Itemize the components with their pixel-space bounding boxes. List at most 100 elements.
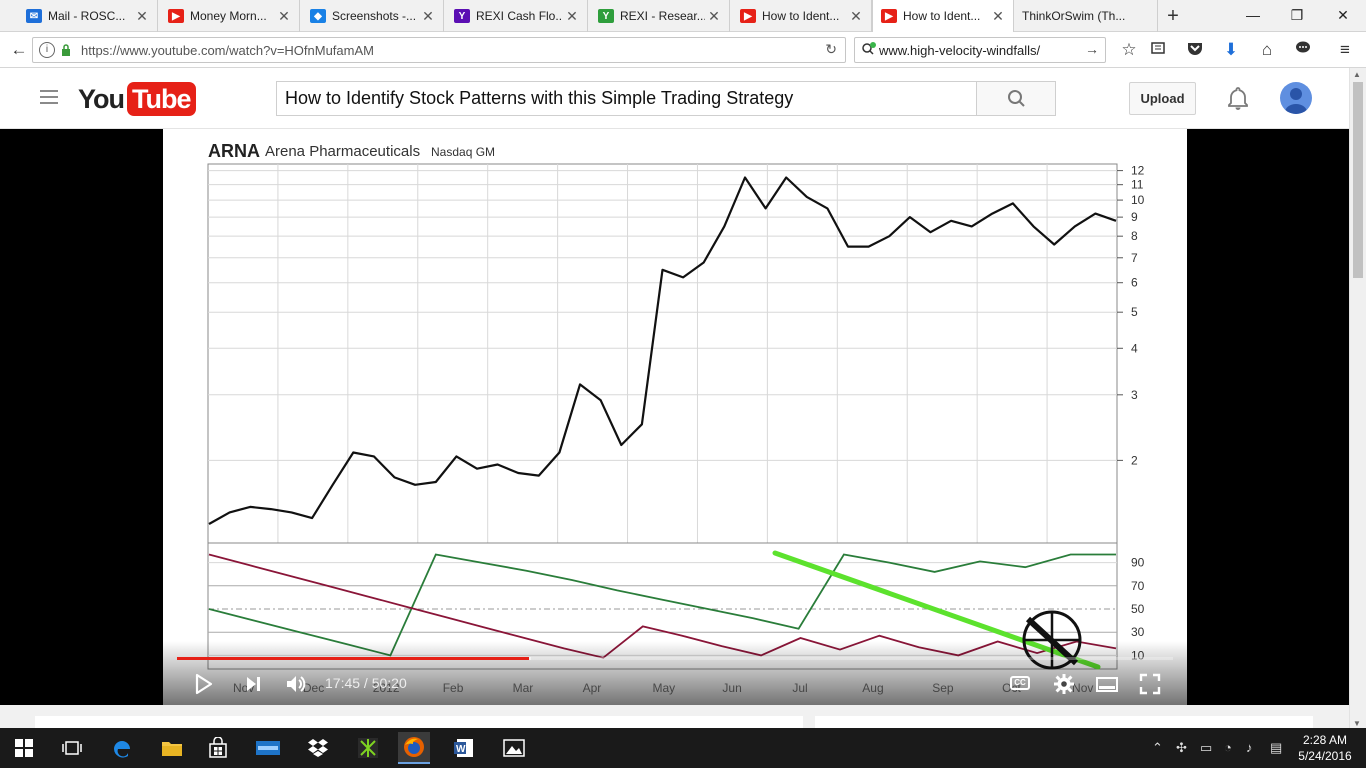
app-lenovo-button[interactable] — [252, 732, 284, 764]
captions-button[interactable]: CC — [1010, 676, 1030, 690]
gear-icon — [1054, 674, 1074, 694]
maximize-button[interactable]: ❐ — [1282, 4, 1312, 26]
info-icon[interactable]: i — [39, 42, 55, 58]
minimize-button[interactable]: — — [1238, 4, 1268, 26]
tab-how-to-identify-active[interactable]: ▶ How to Ident... ✕ — [872, 0, 1014, 32]
word-button[interactable]: W — [448, 732, 480, 764]
price-y-tick-label: 4 — [1131, 341, 1138, 355]
search-icon — [1008, 90, 1025, 107]
tab-mail[interactable]: ✉ Mail - ROSC... ✕ — [18, 0, 158, 32]
photos-button[interactable] — [498, 732, 530, 764]
video-info-card — [35, 716, 803, 728]
close-tab-icon[interactable]: ✕ — [563, 8, 581, 25]
play-button[interactable] — [195, 673, 213, 695]
video-frame[interactable]: ARNA Arena Pharmaceuticals Nasdaq GM 2 3 4… — [163, 129, 1187, 705]
back-button[interactable]: ← — [6, 37, 32, 63]
page-scrollbar[interactable]: ▲ ▼ — [1349, 68, 1366, 728]
scrollbar-thumb[interactable] — [1353, 82, 1363, 278]
notifications-bell-icon[interactable] — [1224, 84, 1252, 112]
tray-battery-icon[interactable]: ▭ — [1200, 740, 1212, 756]
close-tab-icon[interactable]: ✕ — [847, 8, 865, 25]
tab-how-to-identify-1[interactable]: ▶ How to Ident... ✕ — [732, 0, 872, 32]
address-bar[interactable]: i https://www.youtube.com/watch?v=HOfnMu… — [32, 37, 846, 63]
close-tab-icon[interactable]: ✕ — [275, 8, 293, 25]
windows-taskbar: W ⌃ ✣ ▭ ◔ ♪ ▤ 2:28 AM 5/24/2016 — [0, 728, 1366, 768]
tab-thinkorswim[interactable]: ThinkOrSwim (Th... — [1016, 0, 1158, 32]
browser-menu-icon[interactable]: ≡ — [1332, 37, 1358, 63]
close-tab-icon[interactable]: ✕ — [705, 8, 723, 25]
related-videos-card — [815, 716, 1313, 728]
youtube-header: You Tube How to Identify Stock Patterns … — [0, 68, 1349, 129]
next-button[interactable] — [245, 673, 263, 695]
edge-button[interactable] — [106, 732, 138, 764]
tab-title: REXI - Resear... — [620, 9, 705, 23]
go-arrow-icon[interactable]: → — [1085, 41, 1099, 57]
tray-overflow-icon[interactable]: ⌃ — [1152, 740, 1163, 756]
tab-rexi-research[interactable]: Y REXI - Resear... ✕ — [590, 0, 730, 32]
start-button[interactable] — [8, 732, 40, 764]
youtube-logo[interactable]: You Tube — [78, 82, 196, 116]
pocket-icon[interactable] — [1182, 37, 1208, 63]
new-tab-button[interactable]: + — [1162, 4, 1184, 28]
video-player[interactable]: ARNA Arena Pharmaceuticals Nasdaq GM 2 3 4… — [0, 129, 1349, 705]
guide-menu-icon[interactable] — [40, 90, 58, 104]
youtube-search-button[interactable] — [976, 81, 1056, 116]
tab-title: Screenshots -... — [332, 9, 417, 23]
firefox-button[interactable] — [398, 732, 430, 764]
theater-icon — [1096, 677, 1118, 692]
scroll-down-icon[interactable]: ▼ — [1353, 719, 1361, 728]
tab-screenshots[interactable]: ◆ Screenshots -... ✕ — [302, 0, 444, 32]
home-icon[interactable]: ⌂ — [1254, 37, 1280, 63]
task-view-icon — [62, 741, 82, 755]
download-icon[interactable]: ⬇ — [1218, 37, 1244, 63]
settings-button[interactable] — [1053, 673, 1075, 695]
close-tab-icon[interactable]: ✕ — [989, 8, 1007, 25]
clock-time: 2:28 AM — [1302, 733, 1348, 747]
close-tab-icon[interactable]: ✕ — [133, 8, 151, 25]
reload-icon[interactable]: ↻ — [825, 41, 837, 58]
logo-tube-text: Tube — [127, 82, 196, 116]
chart-company: Arena Pharmaceuticals — [265, 143, 420, 160]
close-window-button[interactable]: ✕ — [1328, 4, 1358, 26]
time-display: 17:45 / 50:20 — [325, 675, 407, 691]
search-engine-icon[interactable] — [861, 41, 879, 59]
store-button[interactable] — [202, 732, 234, 764]
next-icon — [247, 677, 260, 691]
close-tab-icon[interactable]: ✕ — [419, 8, 437, 25]
taskbar-clock[interactable]: 2:28 AM 5/24/2016 — [1296, 732, 1354, 764]
app-green-button[interactable] — [352, 732, 384, 764]
account-avatar[interactable] — [1280, 82, 1312, 114]
price-y-tick-label: 3 — [1131, 388, 1138, 402]
app-icon — [358, 738, 378, 758]
dropbox-button[interactable] — [302, 732, 334, 764]
osc-y-tick-label: 30 — [1131, 625, 1145, 639]
below-player-area — [0, 705, 1349, 728]
youtube-search-input[interactable]: How to Identify Stock Patterns with this… — [276, 81, 977, 116]
tab-rexi-cash-flow[interactable]: Y REXI Cash Flo... ✕ — [446, 0, 588, 32]
search-box-text: www.high-velocity-windfalls/ — [879, 42, 1041, 58]
tray-dropbox-icon[interactable]: ✣ — [1176, 740, 1187, 756]
tab-title: How to Ident... — [903, 9, 981, 23]
tab-money-morning[interactable]: ▶ Money Morn... ✕ — [160, 0, 300, 32]
scroll-up-icon[interactable]: ▲ — [1353, 70, 1361, 79]
tray-wifi-icon[interactable]: ◔ — [1224, 740, 1232, 755]
price-y-tick-label: 12 — [1131, 164, 1145, 178]
bookmark-star-icon[interactable]: ☆ — [1116, 37, 1142, 63]
tray-notifications-icon[interactable]: ▤ — [1270, 740, 1282, 756]
play-icon — [195, 673, 213, 695]
reading-list-icon[interactable] — [1145, 37, 1171, 63]
upload-button[interactable]: Upload — [1129, 82, 1196, 115]
tab-title: How to Ident... — [762, 9, 840, 23]
tray-volume-icon[interactable]: ♪ — [1246, 740, 1253, 755]
progress-bar[interactable] — [177, 657, 1173, 660]
file-explorer-button[interactable] — [156, 732, 188, 764]
search-box[interactable]: www.high-velocity-windfalls/ → — [854, 37, 1106, 63]
price-y-tick-label: 2 — [1131, 453, 1138, 467]
chat-icon[interactable] — [1290, 37, 1316, 63]
fullscreen-button[interactable] — [1139, 673, 1161, 695]
theater-mode-button[interactable] — [1095, 673, 1119, 695]
task-view-button[interactable] — [56, 732, 88, 764]
price-y-tick-label: 7 — [1131, 251, 1138, 265]
youtube-icon: ▶ — [740, 9, 756, 23]
volume-button[interactable] — [285, 673, 307, 695]
